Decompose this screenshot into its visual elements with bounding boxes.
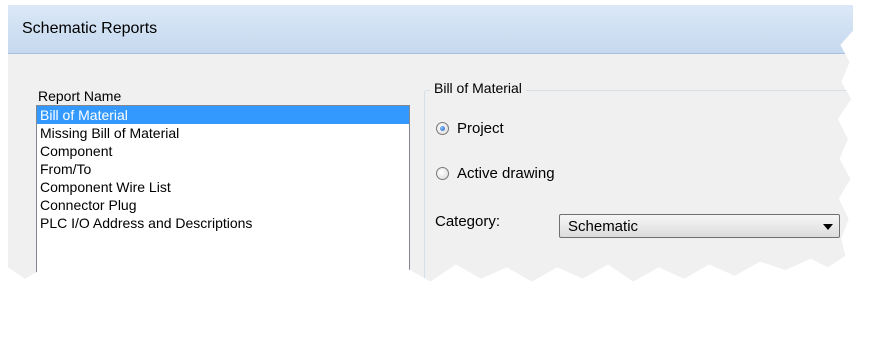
- list-item-plc-io-address[interactable]: PLC I/O Address and Descriptions: [37, 214, 409, 232]
- chevron-down-icon[interactable]: [823, 224, 833, 230]
- groupbox-label: Bill of Material: [430, 80, 526, 96]
- radio-project-label: Project: [457, 120, 504, 137]
- list-item-bill-of-material[interactable]: Bill of Material: [37, 106, 409, 124]
- list-item-from-to[interactable]: From/To: [37, 160, 409, 178]
- list-item-component[interactable]: Component: [37, 142, 409, 160]
- radio-active-drawing-label: Active drawing: [457, 165, 555, 182]
- list-item-missing-bill-of-material[interactable]: Missing Bill of Material: [37, 124, 409, 142]
- radio-unchecked-icon[interactable]: [436, 167, 449, 180]
- window-title: Schematic Reports: [22, 20, 158, 37]
- dialog-client-area: Report Name Bill of Material Missing Bil…: [18, 55, 853, 282]
- category-selected-value: Schematic: [568, 218, 639, 235]
- radio-active-drawing[interactable]: Active drawing: [436, 165, 555, 182]
- report-name-label: Report Name: [38, 88, 122, 104]
- report-name-list[interactable]: Bill of Material Missing Bill of Materia…: [36, 105, 410, 282]
- list-item-connector-plug[interactable]: Connector Plug: [37, 196, 409, 214]
- radio-project[interactable]: Project: [436, 120, 504, 137]
- category-label: Category:: [435, 213, 501, 230]
- schematic-reports-dialog: Schematic Reports Report Name Bill of Ma…: [8, 5, 853, 282]
- category-select[interactable]: Schematic: [559, 214, 840, 238]
- radio-checked-icon[interactable]: [436, 122, 449, 135]
- list-item-component-wire-list[interactable]: Component Wire List: [37, 178, 409, 196]
- title-bar[interactable]: Schematic Reports: [8, 5, 853, 54]
